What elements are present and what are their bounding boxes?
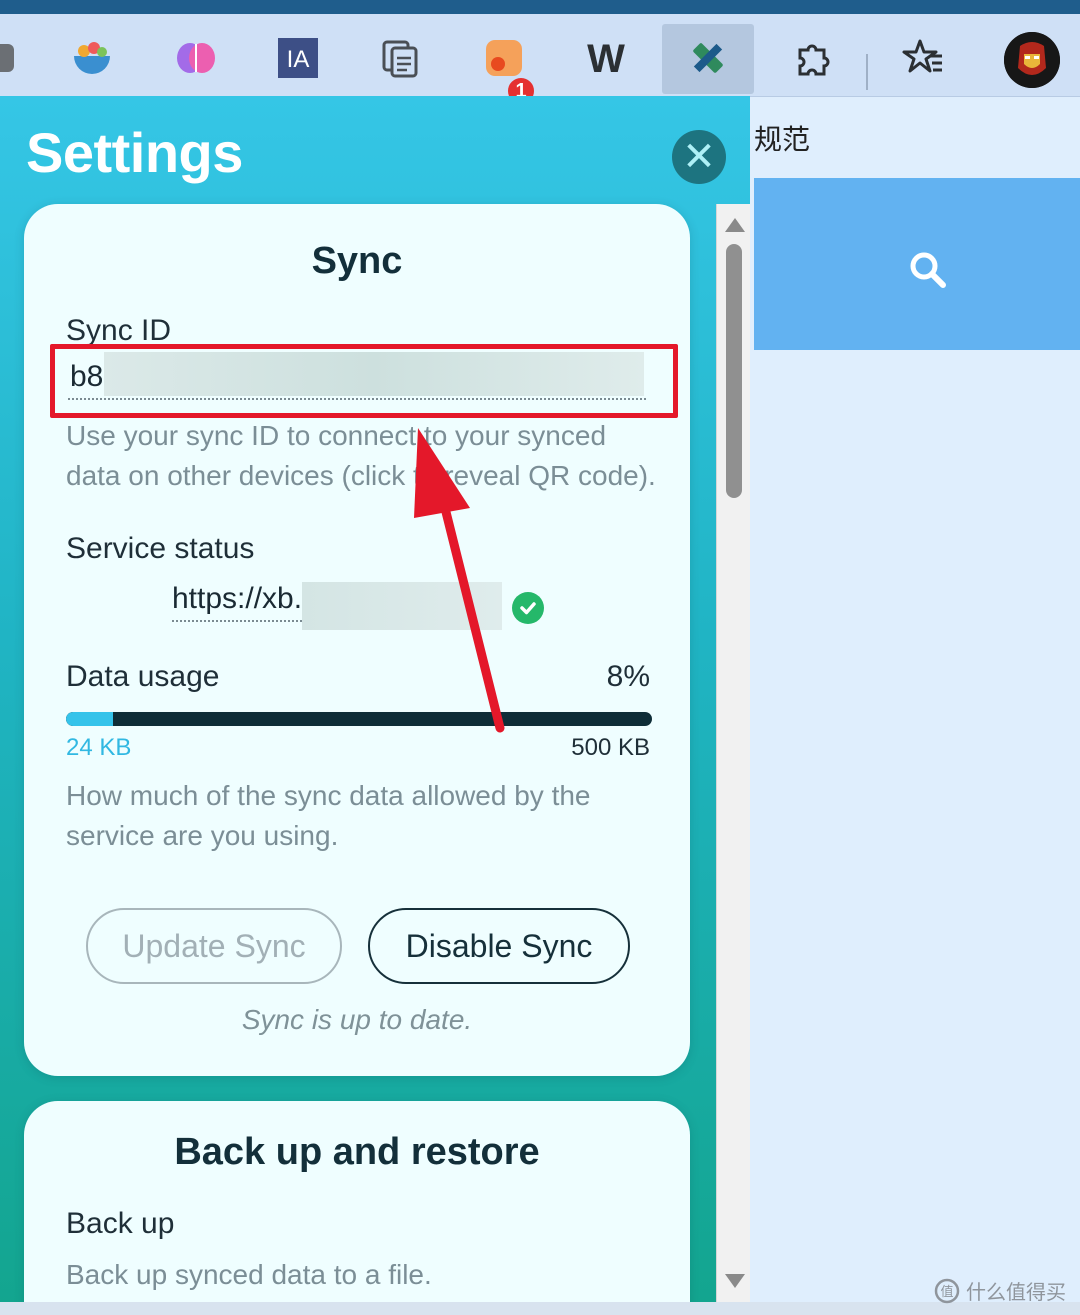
service-status-label: Service status xyxy=(66,532,255,565)
service-url-link[interactable]: https://xb. xyxy=(172,582,303,622)
status-ok-icon xyxy=(512,592,544,624)
backup-label: Back up xyxy=(66,1207,175,1240)
close-icon: ✕ xyxy=(682,134,716,180)
data-limit: 500 KB xyxy=(571,734,650,761)
search-icon[interactable] xyxy=(906,248,950,292)
sync-id-label: Sync ID xyxy=(66,314,172,347)
close-button[interactable]: ✕ xyxy=(672,130,726,184)
w-label: W xyxy=(587,37,625,80)
window-top-strip xyxy=(0,0,1080,14)
browser-toolbar: IA 1 W xyxy=(0,14,1080,106)
scroll-up-arrow-icon[interactable] xyxy=(725,218,745,232)
backup-help: Back up synced data to a file. xyxy=(66,1259,432,1290)
data-usage-label: Data usage xyxy=(66,660,220,693)
sync-id-help: Use your sync ID to connect to your sync… xyxy=(66,420,656,491)
disable-sync-button[interactable]: Disable Sync xyxy=(368,908,630,984)
data-usage-fill xyxy=(66,712,113,726)
settings-popup: Settings ✕ Sync Sync ID b8 Use your sync… xyxy=(0,96,750,1302)
background-page-text: 规范 xyxy=(754,124,811,155)
bowl-extension-icon[interactable] xyxy=(70,36,114,80)
satellite-extension-icon[interactable] xyxy=(686,36,730,80)
brain-extension-icon[interactable] xyxy=(174,36,218,80)
data-usage-help: How much of the sync data allowed by the… xyxy=(66,780,591,851)
backup-card: Back up and restore Back up Back up sync… xyxy=(24,1101,690,1302)
sync-title: Sync xyxy=(311,240,403,282)
rss-extension-icon[interactable] xyxy=(482,36,526,80)
data-usage-bar xyxy=(66,712,652,726)
puzzle-extensions-icon[interactable] xyxy=(790,36,834,80)
toolbar-separator xyxy=(866,54,868,90)
backup-title: Back up and restore xyxy=(174,1131,540,1173)
popup-scrollbar[interactable] xyxy=(716,204,750,1302)
data-usage-percent: 8% xyxy=(606,660,650,693)
sync-status-note: Sync is up to date. xyxy=(241,1004,473,1035)
ia-label: IA xyxy=(287,46,310,73)
background-bottom-edge xyxy=(0,1302,1080,1315)
w-extension-icon[interactable]: W xyxy=(584,36,628,80)
settings-title: Settings xyxy=(26,121,243,184)
watermark: 值 什么值得买 xyxy=(934,1276,1066,1305)
favorites-icon[interactable] xyxy=(902,36,946,80)
annotation-highlight-box xyxy=(50,344,678,418)
ia-extension-icon[interactable]: IA xyxy=(276,36,320,80)
watermark-text: 什么值得买 xyxy=(966,1282,1066,1304)
redacted-service-url xyxy=(302,582,502,630)
sync-card: Sync Sync ID b8 Use your sync ID to conn… xyxy=(24,204,690,1076)
watermark-logo-icon: 值 xyxy=(934,1278,960,1303)
broom-extension-icon[interactable] xyxy=(0,36,22,80)
copy-extension-icon[interactable] xyxy=(378,36,422,80)
svg-text:值: 值 xyxy=(940,1284,953,1299)
data-used: 24 KB xyxy=(66,734,132,761)
update-sync-button[interactable]: Update Sync xyxy=(86,908,342,984)
scroll-down-arrow-icon[interactable] xyxy=(725,1274,745,1288)
scroll-thumb[interactable] xyxy=(726,244,742,498)
profile-avatar[interactable] xyxy=(1004,32,1060,88)
